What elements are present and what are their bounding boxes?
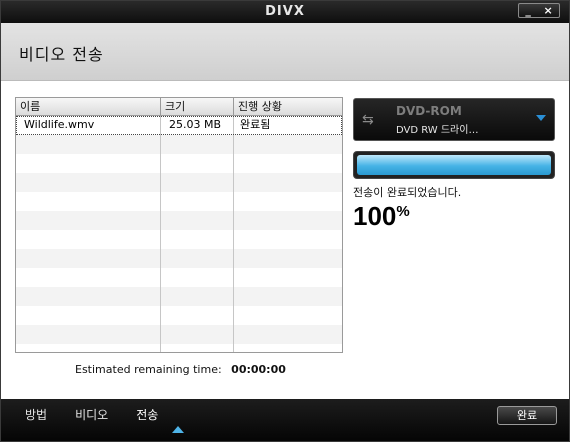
remaining-time-value: 00:00:00 (231, 363, 286, 376)
content-area: 이름 크기 진행 상황 Wildlife.wmv 25.03 MB 완료됨 Es… (1, 81, 569, 399)
empty-cell (161, 192, 234, 211)
file-status-cell: 완료됨 (240, 118, 271, 131)
empty-cell (161, 268, 234, 287)
table-row-empty (16, 211, 342, 230)
empty-cell (16, 135, 161, 154)
empty-cell (161, 249, 234, 268)
nav-item-method[interactable]: 방법 (25, 406, 47, 423)
empty-cell (161, 211, 234, 230)
window-controls: _ × (518, 3, 560, 18)
divx-transfer-window: DIVX _ × 비디오 전송 이름 크기 진행 상황 Wildlife.wmv… (0, 0, 570, 442)
column-header-progress[interactable]: 진행 상황 (234, 98, 342, 115)
table-row-empty (16, 154, 342, 173)
empty-cell (234, 230, 342, 249)
table-header: 이름 크기 진행 상황 (16, 98, 342, 116)
device-name: DVD-ROM (396, 104, 462, 118)
empty-cell (161, 173, 234, 192)
empty-cell (16, 249, 161, 268)
empty-cell (234, 192, 342, 211)
table-row[interactable]: Wildlife.wmv 25.03 MB 완료됨 (16, 116, 342, 135)
bottom-bar: 방법 비디오 전송 완료 (1, 399, 569, 441)
remaining-time: Estimated remaining time: 00:00:00 (75, 363, 286, 376)
page-title: 비디오 전송 (19, 45, 104, 64)
progress-bar (353, 151, 555, 179)
table-row-empty (16, 135, 342, 154)
table-row-empty (16, 325, 342, 344)
percent-value: 100 (353, 201, 397, 231)
empty-cell (16, 287, 161, 306)
device-subtitle: DVD RW 드라이… (396, 125, 479, 136)
empty-cell (161, 306, 234, 325)
empty-cell (234, 173, 342, 192)
title-bar[interactable]: DIVX _ × (1, 1, 569, 23)
progress-percent: 100% (353, 201, 410, 232)
empty-cell (234, 154, 342, 173)
table-row-empty (16, 230, 342, 249)
table-row-empty (16, 306, 342, 325)
empty-cell (234, 325, 342, 344)
remaining-time-label: Estimated remaining time: (75, 363, 222, 376)
empty-cell (161, 154, 234, 173)
empty-cell (16, 325, 161, 344)
file-size-cell: 25.03 MB (161, 116, 234, 135)
active-step-indicator (172, 426, 184, 433)
table-row-empty (16, 344, 342, 352)
empty-cell (234, 268, 342, 287)
done-button[interactable]: 완료 (497, 406, 557, 425)
empty-cell (234, 344, 342, 352)
file-name-cell: Wildlife.wmv (16, 116, 161, 135)
empty-cell (161, 287, 234, 306)
empty-cell (234, 306, 342, 325)
step-nav: 방법 비디오 전송 (25, 406, 186, 433)
minimize-button[interactable]: _ (525, 4, 531, 17)
empty-cell (16, 230, 161, 249)
empty-cell (161, 325, 234, 344)
column-header-name[interactable]: 이름 (16, 98, 161, 115)
nav-item-video[interactable]: 비디오 (75, 406, 108, 423)
table-body: Wildlife.wmv 25.03 MB 완료됨 (16, 116, 342, 352)
empty-cell (16, 268, 161, 287)
page-header: 비디오 전송 (1, 23, 569, 81)
empty-cell (161, 230, 234, 249)
empty-cell (16, 154, 161, 173)
table-row-empty (16, 268, 342, 287)
close-button[interactable]: × (543, 4, 552, 17)
empty-cell (16, 192, 161, 211)
progress-fill (357, 155, 551, 175)
usb-icon: ⇆ (362, 112, 374, 128)
device-dropdown[interactable]: ⇆ DVD-ROM DVD RW 드라이… (353, 98, 555, 141)
table-row-empty (16, 192, 342, 211)
empty-cell (234, 287, 342, 306)
nav-item-transfer[interactable]: 전송 (136, 406, 158, 423)
empty-cell (234, 211, 342, 230)
table-row-empty (16, 173, 342, 192)
empty-cell (16, 173, 161, 192)
empty-cell (16, 344, 161, 352)
divx-logo: DIVX (265, 4, 305, 19)
empty-cell (161, 135, 234, 154)
empty-cell (234, 135, 342, 154)
table-row-empty (16, 249, 342, 268)
empty-cell (161, 344, 234, 352)
empty-cell (16, 211, 161, 230)
column-header-size[interactable]: 크기 (161, 98, 234, 115)
chevron-down-icon (536, 115, 546, 121)
empty-cell (234, 249, 342, 268)
empty-cell (16, 306, 161, 325)
percent-sign: % (396, 203, 410, 220)
table-row-empty (16, 287, 342, 306)
file-table: 이름 크기 진행 상황 Wildlife.wmv 25.03 MB 완료됨 (15, 97, 343, 353)
status-text: 전송이 완료되었습니다. (353, 186, 462, 199)
